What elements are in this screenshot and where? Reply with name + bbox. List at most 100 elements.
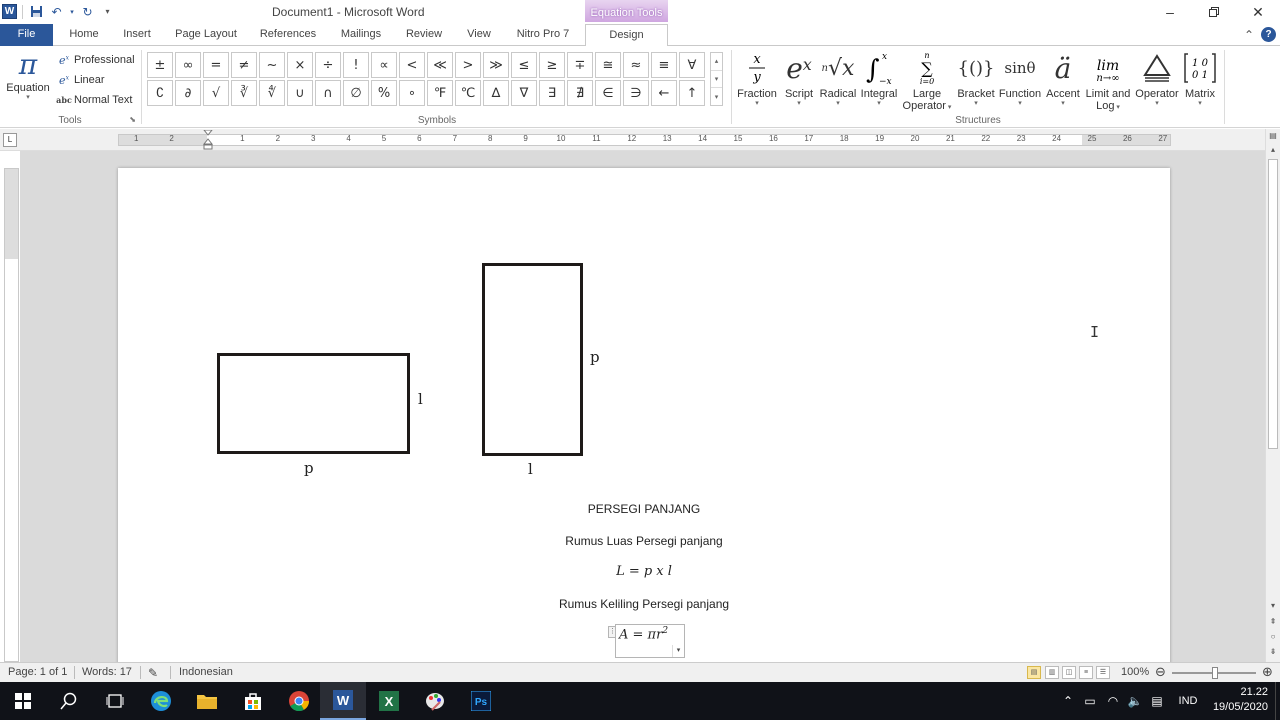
symbol-button[interactable]: ≈ [623, 52, 649, 78]
equation-editor-box[interactable]: ⋮ A = πr2 ▾ [608, 624, 685, 658]
matrix-button[interactable]: 1 00 1 Matrix ▾ [1180, 48, 1220, 108]
rectangle-landscape[interactable] [217, 353, 410, 454]
limit-log-button[interactable]: lim n→∞ Limit and Log ▾ [1082, 48, 1134, 114]
symbol-button[interactable]: ℃ [455, 80, 481, 106]
symbol-button[interactable]: < [399, 52, 425, 78]
equation-text[interactable]: A = πr2 [619, 626, 668, 642]
customize-qat-icon[interactable]: ▾ [99, 3, 116, 20]
document-page[interactable]: l p p l PERSEGI PANJANG Rumus Luas Perse… [118, 168, 1170, 668]
linear-option[interactable]: ex Linear [56, 70, 135, 90]
page-count[interactable]: Page: 1 of 1 [8, 666, 67, 678]
symbol-button[interactable]: ∇ [511, 80, 537, 106]
symbol-button[interactable]: ≪ [427, 52, 453, 78]
clock[interactable]: 21.22 19/05/2020 [1213, 685, 1268, 715]
symbol-button[interactable]: ↑ [679, 80, 705, 106]
tab-nitro-pro[interactable]: Nitro Pro 7 [512, 24, 574, 46]
bracket-button[interactable]: {()} Bracket ▾ [955, 48, 997, 108]
paint-taskbar-button[interactable] [412, 682, 458, 720]
symbol-button[interactable]: ≥ [539, 52, 565, 78]
input-language[interactable]: IND [1168, 695, 1208, 707]
next-page-icon[interactable]: ⇟ [1266, 645, 1280, 658]
outline-view-icon[interactable]: ≡ [1079, 666, 1093, 679]
symbol-button[interactable]: × [287, 52, 313, 78]
symbol-button[interactable]: ℉ [427, 80, 453, 106]
photoshop-taskbar-button[interactable]: Ps [458, 682, 504, 720]
browse-object-icon[interactable]: ○ [1266, 630, 1280, 643]
symbol-button[interactable]: ∄ [567, 80, 593, 106]
symbol-button[interactable]: ∁ [147, 80, 173, 106]
chrome-taskbar-button[interactable] [276, 682, 322, 720]
undo-dropdown-icon[interactable]: ▾ [68, 3, 76, 20]
vertical-scrollbar[interactable]: ▤ ▴ ▾ ⇞ ○ ⇟ [1265, 129, 1280, 662]
proofing-icon[interactable]: ✎ [148, 666, 158, 680]
dialog-launcher-icon[interactable]: ⬊ [129, 115, 136, 124]
symbol-button[interactable]: ± [147, 52, 173, 78]
accent-button[interactable]: ä Accent ▾ [1044, 48, 1082, 108]
store-taskbar-button[interactable] [230, 682, 276, 720]
scroll-down-icon[interactable]: ▾ [1266, 599, 1280, 612]
task-view-button[interactable] [92, 682, 138, 720]
print-layout-view-icon[interactable]: ▤ [1027, 666, 1041, 679]
previous-page-icon[interactable]: ⇞ [1266, 615, 1280, 628]
script-button[interactable]: ex Script ▾ [780, 48, 818, 108]
equation-button[interactable]: π Equation ▾ [4, 48, 52, 102]
symbol-button[interactable]: % [371, 80, 397, 106]
help-icon[interactable]: ? [1261, 27, 1276, 42]
symbol-button[interactable]: ∓ [567, 52, 593, 78]
symbol-button[interactable]: ≤ [511, 52, 537, 78]
equation-move-handle[interactable]: ⋮ [608, 626, 616, 638]
word-logo-icon[interactable]: W [2, 4, 17, 19]
equation-options-icon[interactable]: ▾ [672, 645, 684, 657]
minimize-ribbon-icon[interactable]: ⌃ [1244, 28, 1254, 42]
tab-review[interactable]: Review [402, 24, 446, 46]
horizontal-ruler[interactable]: L 1 2 1 2 3 4 5 6 7 8 9 10 11 12 13 14 15 16 17 18 19 20 21 22 2… [0, 129, 1280, 151]
symbol-button[interactable]: ÷ [315, 52, 341, 78]
tab-insert[interactable]: Insert [118, 24, 156, 46]
symbol-button[interactable]: ∂ [175, 80, 201, 106]
wifi-icon[interactable]: ◠ [1102, 694, 1124, 708]
symbol-button[interactable]: ∩ [315, 80, 341, 106]
zoom-out-icon[interactable]: ⊖ [1155, 664, 1166, 680]
symbol-button[interactable]: ∃ [539, 80, 565, 106]
edge-taskbar-button[interactable] [138, 682, 184, 720]
battery-icon[interactable]: ▭ [1078, 694, 1102, 708]
fraction-button[interactable]: xy Fraction ▾ [735, 48, 779, 108]
start-button[interactable] [0, 682, 46, 720]
symbol-button[interactable]: ∘ [399, 80, 425, 106]
symbol-button[interactable]: ∅ [343, 80, 369, 106]
symbol-button[interactable]: ∛ [231, 80, 257, 106]
close-button[interactable]: ✕ [1236, 0, 1280, 24]
redo-icon[interactable]: ↻ [79, 3, 96, 20]
indent-marker-icon[interactable] [203, 130, 213, 150]
professional-option[interactable]: ex Professional [56, 50, 135, 70]
symbol-button[interactable]: ∞ [175, 52, 201, 78]
excel-taskbar-button[interactable]: X [366, 682, 412, 720]
tab-mailings[interactable]: Mailings [334, 24, 388, 46]
zoom-slider-thumb[interactable] [1212, 667, 1218, 679]
rectangle-portrait[interactable] [482, 263, 583, 456]
symbol-button[interactable]: > [455, 52, 481, 78]
expand-gallery-icon[interactable]: ▾ [711, 88, 722, 105]
vertical-ruler[interactable] [4, 168, 19, 662]
word-taskbar-button[interactable]: W [320, 682, 366, 720]
volume-icon[interactable]: 🔈 [1124, 694, 1146, 708]
function-button[interactable]: sinθ Function ▾ [997, 48, 1043, 108]
symbol-button[interactable]: ! [343, 52, 369, 78]
symbol-button[interactable]: ∋ [623, 80, 649, 106]
scroll-up-icon[interactable]: ▴ [1266, 143, 1280, 156]
ruler-strip[interactable]: 1 2 1 2 3 4 5 6 7 8 9 10 11 12 13 14 15 16 17 18 19 20 21 22 23 2… [118, 130, 1171, 150]
normal-text-option[interactable]: abc Normal Text [56, 90, 135, 110]
draft-view-icon[interactable]: ☰ [1096, 666, 1110, 679]
restore-button[interactable] [1192, 0, 1236, 24]
radical-button[interactable]: n √x Radical ▾ [818, 48, 858, 108]
symbol-button[interactable]: ≡ [651, 52, 677, 78]
save-icon[interactable] [28, 3, 45, 20]
symbol-button[interactable]: ~ [259, 52, 285, 78]
integral-button[interactable]: x ∫ −x Integral ▾ [858, 48, 900, 108]
show-hidden-icons-icon[interactable]: ⌃ [1058, 694, 1078, 708]
zoom-level[interactable]: 100% [1121, 666, 1149, 678]
area-formula[interactable]: L = p x l [118, 564, 1170, 579]
tab-view[interactable]: View [462, 24, 496, 46]
symbol-button[interactable]: ← [651, 80, 677, 106]
tab-selector-icon[interactable]: L [3, 133, 17, 147]
